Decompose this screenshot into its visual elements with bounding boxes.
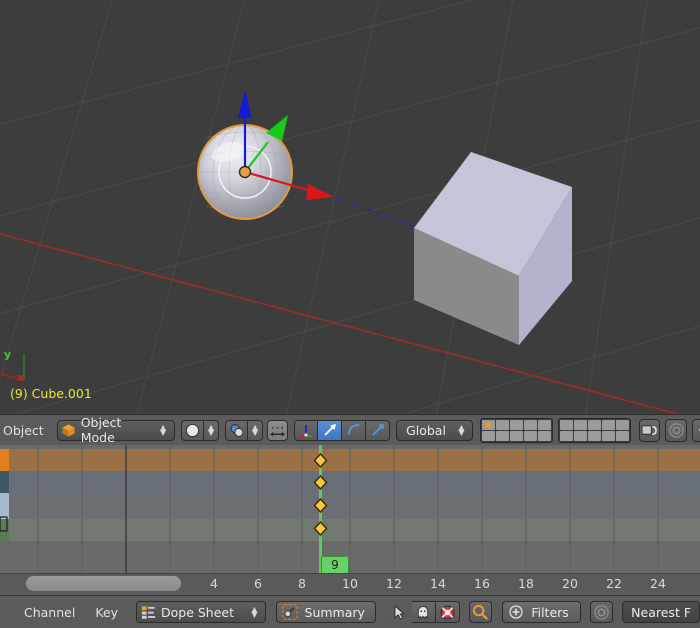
3d-viewport[interactable]: y x (9) Cube.001 (0, 0, 700, 414)
layer-cell-13[interactable] (509, 430, 523, 441)
interpolation-dropdown[interactable]: Nearest F (622, 601, 700, 623)
ruler-tick: 22 (606, 576, 622, 591)
layer-cell-17[interactable] (573, 430, 587, 441)
z-axis-arrow (238, 90, 252, 118)
active-object-label: (9) Cube.001 (10, 386, 92, 401)
layer-cell-16[interactable] (559, 430, 573, 441)
pivot-control[interactable]: ▲ ▼ (225, 419, 264, 441)
cube-object (414, 152, 572, 345)
orientation-label: Global (406, 422, 446, 438)
transform-orientation-dropdown[interactable]: Global ▲ ▼ (396, 419, 473, 441)
ruler-tick: 4 (210, 576, 218, 591)
dope-sheet-icon (141, 605, 156, 619)
summary-label: Summary (304, 604, 365, 620)
snap-magnet-icon[interactable] (267, 419, 289, 441)
editor-type-label: Dope Sheet (161, 604, 235, 620)
pivot-spinner[interactable]: ▲ ▼ (248, 419, 264, 441)
arrow-cursor-icon[interactable] (387, 601, 412, 623)
layer-cell-14[interactable] (523, 430, 537, 441)
ruler-tick: 24 (650, 576, 666, 591)
layer-grid-2[interactable] (557, 417, 631, 443)
lock-camera-icon[interactable] (638, 418, 661, 442)
dope-sheet-header: Channel Key Dope Sheet ▲ ▼ Summary Filte… (0, 595, 700, 628)
ruler-tick: 14 (430, 576, 446, 591)
ruler-tick: 16 (474, 576, 490, 591)
keyframe-diamond[interactable] (313, 453, 328, 468)
plus-circle-icon (509, 605, 523, 619)
blender-window: y x (9) Cube.001 Object Object Mode ▲ ▼ ▲ (0, 0, 700, 628)
layer-cell-15[interactable] (537, 430, 551, 441)
mode-spinner[interactable]: ▲ ▼ (156, 424, 170, 437)
only-selected-icon[interactable] (411, 601, 436, 623)
filters-label: Filters (531, 604, 569, 620)
pivot-icon[interactable] (225, 419, 249, 441)
layer-cell-18[interactable] (587, 430, 601, 441)
keyframe-diamond[interactable] (313, 475, 328, 490)
relation-line (333, 196, 419, 229)
menu-key[interactable]: Key (85, 605, 128, 620)
layer-cell-8[interactable] (587, 419, 601, 430)
manipulator-translate-icon[interactable] (318, 419, 343, 441)
layer-cell-4[interactable] (523, 419, 537, 430)
search-icon[interactable] (468, 601, 493, 623)
layer-cell-3[interactable] (509, 419, 523, 430)
editor-type-spinner[interactable]: ▲ ▼ (247, 606, 261, 619)
ruler-tick: 20 (562, 576, 578, 591)
interpolation-label: Nearest F (631, 604, 692, 620)
summary-toggle[interactable]: Summary (275, 601, 376, 623)
manipulator-center (238, 165, 252, 179)
dope-sheet-grid (0, 445, 700, 573)
shading-spinner[interactable]: ▲ ▼ (204, 419, 220, 441)
proportional-edit-icon[interactable] (589, 601, 614, 623)
ruler-tick: 18 (518, 576, 534, 591)
layer-cell-19[interactable] (601, 430, 615, 441)
ruler-tick: 6 (254, 576, 262, 591)
menu-object[interactable]: Object (0, 415, 51, 446)
layer-cell-5[interactable] (537, 419, 551, 430)
layer-cell-7[interactable] (573, 419, 587, 430)
keyframe-diamond[interactable] (313, 498, 328, 513)
x-axis-arrow (306, 184, 334, 200)
show-errors-icon[interactable] (435, 601, 460, 623)
layer-grid-1[interactable] (479, 417, 553, 443)
axis-label-y: y (4, 348, 12, 361)
layer-cell-20[interactable] (615, 430, 629, 441)
ruler-tick: 12 (386, 576, 402, 591)
current-frame-indicator[interactable]: 9 (321, 556, 349, 574)
viewport-header: Object Object Mode ▲ ▼ ▲ ▼ ▲ ▼ Global ▲ … (0, 414, 700, 445)
solid-shading-icon[interactable] (181, 419, 205, 441)
layer-cell-9[interactable] (601, 419, 615, 430)
filter-toggle-group (387, 601, 460, 623)
layer-cell-11[interactable] (481, 430, 495, 441)
extra-option-icon[interactable] (692, 418, 700, 442)
render-preview-icon[interactable] (665, 418, 688, 442)
scene-objects (197, 90, 572, 345)
layer-cell-1[interactable] (481, 419, 495, 430)
ruler-tick: 10 (342, 576, 358, 591)
horizontal-scrollbar[interactable] (25, 575, 182, 592)
axis-gizmo-icon[interactable] (294, 419, 319, 441)
ruler-tick: 8 (298, 576, 306, 591)
layer-cell-6[interactable] (559, 419, 573, 430)
layer-cell-10[interactable] (615, 419, 629, 430)
current-frame-label: 9 (331, 558, 339, 572)
mode-label: Object Mode (80, 415, 122, 445)
layer-cell-12[interactable] (495, 430, 509, 441)
manipulator-scale-icon[interactable] (366, 419, 391, 441)
manipulator-rotate-icon[interactable] (342, 419, 367, 441)
summary-icon (281, 604, 298, 620)
layer-cell-2[interactable] (495, 419, 509, 430)
editor-type-dropdown[interactable]: Dope Sheet ▲ ▼ (136, 601, 266, 623)
manipulator-group (294, 419, 391, 441)
axis-label-x: x (17, 371, 25, 384)
mode-dropdown[interactable]: Object Mode ▲ ▼ (56, 415, 176, 445)
shading-control[interactable]: ▲ ▼ (181, 419, 220, 441)
orientation-spinner[interactable]: ▲ ▼ (454, 424, 468, 437)
filters-button[interactable]: Filters (502, 601, 581, 623)
keyframe-diamond[interactable] (313, 521, 328, 536)
scene-layers[interactable] (479, 417, 631, 443)
menu-channel[interactable]: Channel (14, 605, 85, 620)
cube-icon (62, 423, 75, 437)
